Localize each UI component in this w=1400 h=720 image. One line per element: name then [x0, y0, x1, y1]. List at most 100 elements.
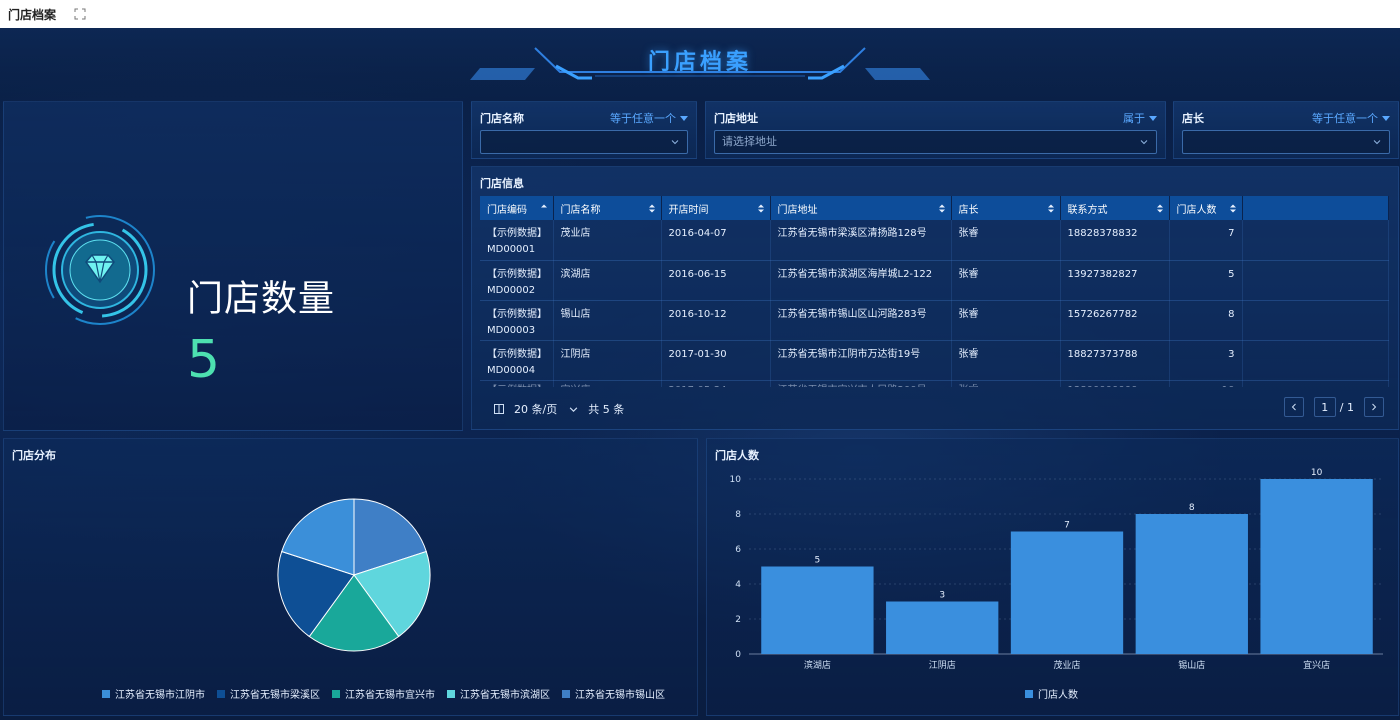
column-header-blank	[1242, 196, 1389, 220]
table-cell: 5	[1169, 260, 1243, 301]
table-row[interactable]: 【示例数据】MD00004 江阴店 2017-01-30 江苏省无锡市江阴市万达街19…	[480, 340, 1389, 381]
sort-icon[interactable]	[1229, 204, 1236, 213]
total-count: 共 5 条	[588, 403, 625, 416]
current-page-input[interactable]: 1	[1313, 397, 1336, 417]
filter-label: 门店名称	[480, 112, 524, 125]
column-header-label: 门店编码	[487, 204, 527, 216]
legend-item[interactable]: 江苏省无锡市锡山区	[562, 686, 665, 701]
filter-operator-label: 等于任意一个	[610, 112, 676, 125]
column-header[interactable]: 店长	[951, 196, 1061, 220]
chevron-down-icon	[1140, 140, 1148, 145]
store-count-value: 5	[187, 330, 221, 390]
table-row[interactable]: 【示例数据】MD00001 茂业店 2016-04-07 江苏省无锡市梁溪区清扬路12…	[480, 220, 1389, 261]
dashboard-title: 门店档案	[647, 50, 752, 75]
filter-placeholder: 请选择地址	[722, 135, 777, 148]
filter-operator-dropdown[interactable]: 属于	[1123, 110, 1157, 126]
sort-icon[interactable]	[938, 204, 945, 213]
bar-legend: 门店人数	[1025, 686, 1078, 701]
column-header[interactable]: 开店时间	[661, 196, 771, 220]
table-cell: 3	[1169, 340, 1243, 381]
table-cell: 【示例数据】MD00005	[480, 380, 554, 387]
filter-store-address: 门店地址 属于 请选择地址	[705, 101, 1166, 159]
sort-icon[interactable]	[1047, 204, 1054, 213]
bar[interactable]	[1260, 479, 1373, 654]
legend-item[interactable]: 江苏省无锡市宜兴市	[332, 686, 435, 701]
fullscreen-icon[interactable]	[74, 8, 86, 20]
column-header[interactable]: 门店地址	[770, 196, 952, 220]
legend-item[interactable]: 江苏省无锡市滨湖区	[447, 686, 550, 701]
legend-item[interactable]: 江苏省无锡市江阴市	[102, 686, 205, 701]
table-cell: 江苏省无锡市宜兴市人民路200号	[770, 380, 952, 387]
filter-label: 店长	[1182, 112, 1204, 125]
legend-label: 门店人数	[1038, 690, 1078, 701]
legend-label: 江苏省无锡市滨湖区	[460, 690, 550, 701]
caret-down-icon	[680, 115, 688, 121]
filter-operator-dropdown[interactable]: 等于任意一个	[1312, 110, 1390, 126]
bar[interactable]	[1135, 514, 1248, 654]
legend-swatch	[562, 689, 570, 698]
filter-label: 门店地址	[714, 112, 758, 125]
table-cell: 锡山店	[553, 300, 662, 341]
x-tick-label: 宜兴店	[1303, 659, 1330, 671]
bar-value-label: 10	[1311, 468, 1323, 478]
bar[interactable]	[886, 601, 999, 655]
column-header[interactable]: 门店人数	[1169, 196, 1243, 220]
filter-operator-dropdown[interactable]: 等于任意一个	[610, 110, 688, 126]
table-cell: 江苏省无锡市锡山区山河路283号	[770, 300, 952, 341]
table-cell: 10	[1169, 380, 1243, 387]
column-header[interactable]: 门店名称	[553, 196, 662, 220]
legend-item[interactable]: 门店人数	[1025, 686, 1078, 701]
caret-down-icon	[1382, 115, 1390, 121]
store-manager-select[interactable]	[1182, 130, 1390, 154]
sort-icon[interactable]	[757, 204, 764, 213]
chevron-down-icon	[671, 140, 679, 145]
next-page-button[interactable]	[1364, 397, 1384, 417]
bar[interactable]	[761, 566, 874, 655]
table-row[interactable]: 【示例数据】MD00003 锡山店 2016-10-12 江苏省无锡市锡山区山河路28…	[480, 300, 1389, 341]
total-pages: / 1	[1339, 400, 1354, 414]
column-header-label: 门店人数	[1176, 204, 1217, 216]
sort-icon[interactable]	[1156, 204, 1163, 213]
chevron-down-icon	[1373, 140, 1381, 145]
bar-value-label: 5	[815, 556, 821, 566]
table-header-row: 门店编码 门店名称 开店时间 门店地址 店长 联系方式 门店人数	[480, 196, 1389, 220]
table-row[interactable]: 【示例数据】MD00002 滨湖店 2016-06-15 江苏省无锡市滨湖区海岸城L2…	[480, 260, 1389, 301]
table-cell-blank	[1242, 260, 1389, 301]
column-header[interactable]: 门店编码	[480, 196, 554, 220]
filter-store-name: 门店名称 等于任意一个	[471, 101, 697, 159]
bar-value-label: 3	[939, 591, 945, 601]
table-cell: 13800000000	[1060, 380, 1170, 387]
table-cell: 江苏省无锡市梁溪区清扬路128号	[770, 220, 952, 261]
store-name-select[interactable]	[480, 130, 688, 154]
table-cell: 2016-04-07	[661, 220, 771, 261]
table-cell: 8	[1169, 300, 1243, 341]
filter-store-manager: 店长 等于任意一个	[1173, 101, 1399, 159]
pager-right: 1 / 1	[1283, 397, 1384, 417]
table-cell: 宜兴店	[553, 380, 662, 387]
column-settings-icon[interactable]	[494, 404, 504, 414]
table-cell: 张睿	[951, 380, 1061, 387]
diamond-icon	[45, 215, 155, 325]
table-row[interactable]: 【示例数据】MD00005宜兴店2017-05-24江苏省无锡市宜兴市人民路20…	[480, 380, 1389, 387]
table-cell: 滨湖店	[553, 260, 662, 301]
prev-page-button[interactable]	[1283, 397, 1304, 417]
sort-ascending-icon[interactable]	[540, 204, 547, 213]
column-header[interactable]: 联系方式	[1060, 196, 1170, 220]
legend-item[interactable]: 江苏省无锡市梁溪区	[217, 686, 320, 701]
page-size-label: 20 条/页	[514, 403, 558, 416]
bar[interactable]	[1010, 531, 1124, 655]
page-size-select[interactable]: 20 条/页	[514, 401, 578, 417]
filter-operator-label: 属于	[1123, 112, 1145, 125]
pie-legend: 江苏省无锡市江阴市 江苏省无锡市梁溪区 江苏省无锡市宜兴市 江苏省无锡市滨湖区 江苏省无…	[102, 686, 665, 701]
table-cell: 18827373788	[1060, 340, 1170, 381]
table-scroll-area[interactable]: 门店编码 门店名称 开店时间 门店地址 店长 联系方式 门店人数 【示例数据】MD00001…	[472, 167, 1400, 387]
chevron-right-icon	[1372, 403, 1377, 411]
x-tick-label: 茂业店	[1053, 659, 1080, 671]
pie-chart	[277, 498, 431, 652]
sort-icon[interactable]	[648, 204, 655, 213]
table-cell: 13927382827	[1060, 260, 1170, 301]
table-cell: 2017-01-30	[661, 340, 771, 381]
table-cell: 张睿	[951, 300, 1061, 341]
store-address-select[interactable]: 请选择地址	[714, 130, 1157, 154]
x-tick-label: 锡山店	[1178, 659, 1205, 671]
